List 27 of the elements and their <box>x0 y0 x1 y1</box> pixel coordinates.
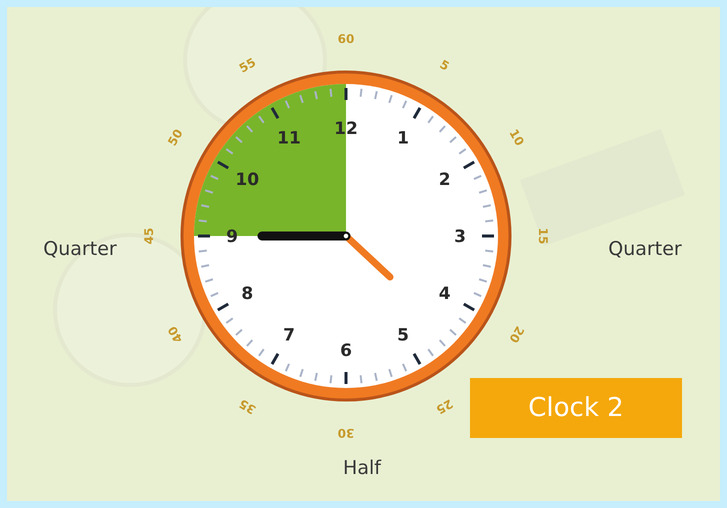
quarter-label: Quarter <box>43 238 117 260</box>
hour-number: 10 <box>235 170 260 190</box>
minute-label: 45 <box>142 228 156 244</box>
minute-label: 35 <box>236 396 258 417</box>
clock-button[interactable]: Clock 2 <box>470 378 682 438</box>
center-pin <box>342 232 350 240</box>
hour-number: 4 <box>438 284 451 304</box>
hour-number: 6 <box>340 341 352 361</box>
minute-label: 55 <box>236 55 258 76</box>
minute-label: 25 <box>434 396 456 417</box>
minute-label: 40 <box>165 324 186 346</box>
minute-label: 15 <box>536 228 550 244</box>
hour-number: 2 <box>438 170 451 190</box>
hour-number: 7 <box>283 326 295 346</box>
half-label: Half <box>343 457 381 479</box>
hour-number: 5 <box>397 326 409 346</box>
minute-label: 10 <box>506 126 527 148</box>
hour-number: 11 <box>277 128 301 148</box>
hour-number: 8 <box>241 284 254 304</box>
minute-label: 60 <box>338 32 354 46</box>
hour-number: 1 <box>397 128 409 148</box>
minute-label: 5 <box>437 57 452 74</box>
minute-label: 50 <box>165 126 186 148</box>
minute-label: 30 <box>338 426 354 440</box>
quarter-label: Quarter <box>608 238 682 260</box>
hour-number: 3 <box>454 227 466 247</box>
minute-label: 20 <box>506 324 527 346</box>
